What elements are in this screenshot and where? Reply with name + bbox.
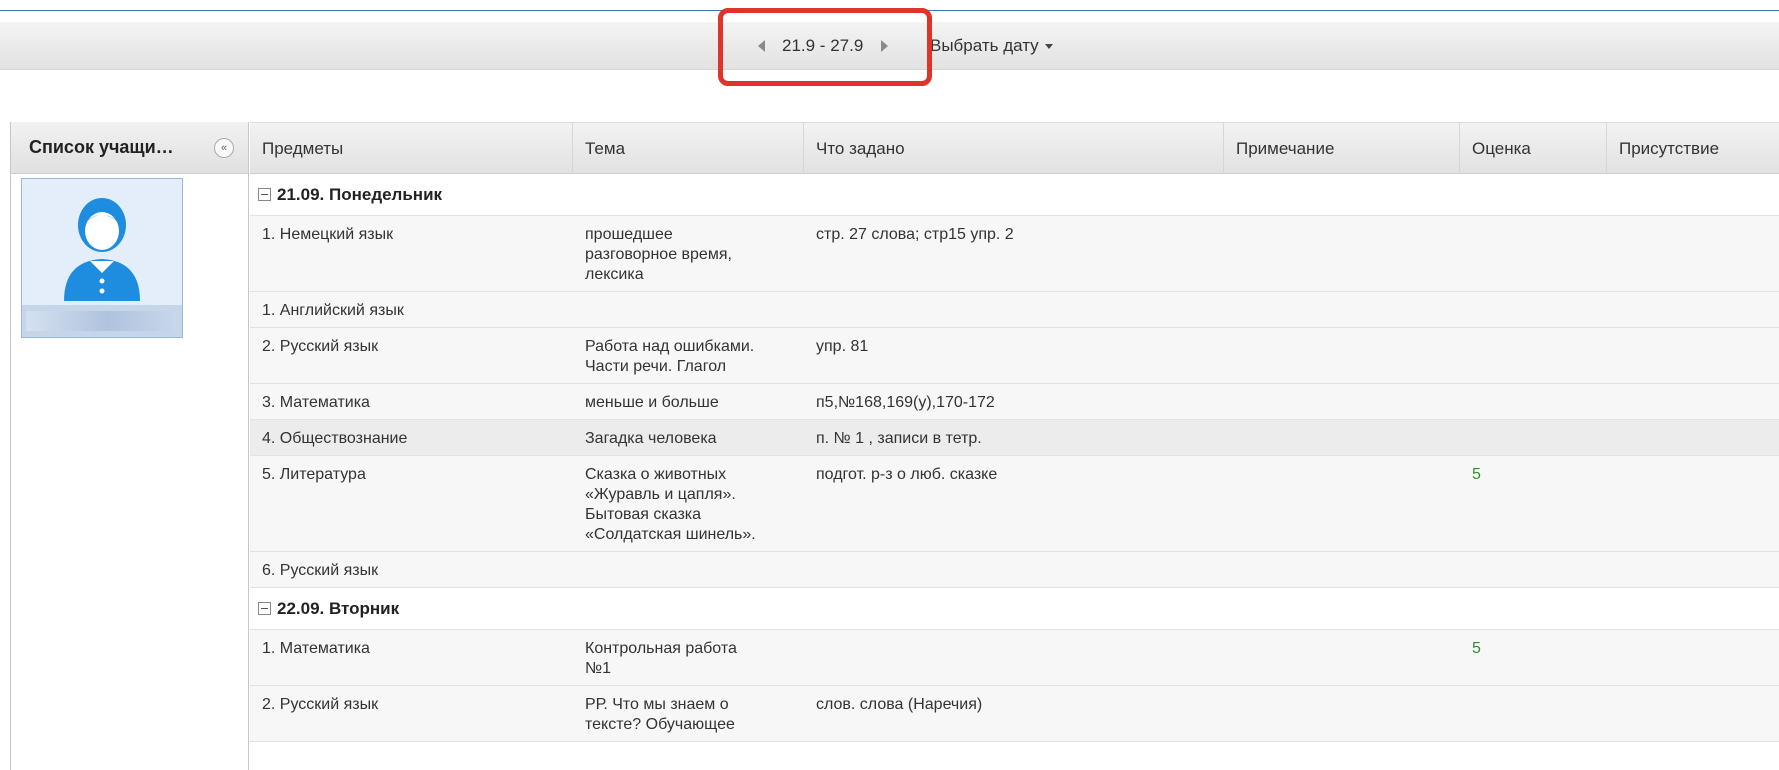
- note-cell: [1224, 552, 1460, 587]
- grade-cell: [1460, 328, 1607, 383]
- subject-cell: 1. Немецкий язык: [262, 226, 394, 243]
- student-name-bar: [22, 305, 182, 337]
- table-row-hovered[interactable]: 4. Обществознание Загадка человека п. № …: [250, 420, 1779, 456]
- presence-cell: [1607, 328, 1779, 383]
- pick-date-label: Выбрать дату: [930, 36, 1039, 55]
- column-header-subjects[interactable]: Предметы: [250, 123, 573, 174]
- grade-cell: 5: [1472, 640, 1481, 657]
- homework-cell: подгот. р-з о люб. сказке: [816, 466, 998, 483]
- subject-cell: 2. Русский язык: [262, 696, 379, 713]
- table-row[interactable]: 1. Английский язык: [250, 292, 1779, 328]
- topic-cell: меньше и больше: [585, 394, 719, 411]
- highlight-annotation: [718, 8, 932, 86]
- homework-cell: слов. слова (Наречия): [816, 696, 983, 713]
- table-row[interactable]: 1. Математика Контрольная работа №1 5: [250, 630, 1779, 686]
- note-cell: [1224, 384, 1460, 419]
- topic-cell: Загадка человека: [585, 430, 717, 447]
- topic-cell: [573, 552, 804, 587]
- subject-cell: 4. Обществознание: [262, 430, 408, 447]
- note-cell: [1224, 420, 1460, 455]
- topic-cell: прошедшее разговорное время, лексика: [585, 226, 732, 283]
- collapse-group-icon[interactable]: [258, 602, 271, 615]
- student-list-panel: Список учащи… «: [10, 122, 249, 770]
- presence-cell: [1607, 630, 1779, 685]
- homework-cell: [804, 630, 1224, 685]
- table-row[interactable]: 1. Немецкий язык прошедшее разговорное в…: [250, 216, 1779, 292]
- table-row[interactable]: 2. Русский язык РР. Что мы знаем о текст…: [250, 686, 1779, 742]
- column-header-topic[interactable]: Тема: [573, 123, 804, 174]
- presence-cell: [1607, 552, 1779, 587]
- note-cell: [1224, 328, 1460, 383]
- column-header-note[interactable]: Примечание: [1224, 123, 1460, 174]
- collapse-group-icon[interactable]: [258, 188, 271, 201]
- avatar-icon: [64, 198, 140, 301]
- topic-cell: РР. Что мы знаем о тексте? Обучающее: [585, 696, 735, 733]
- student-name-redacted: [26, 311, 176, 331]
- topic-cell: [573, 292, 804, 327]
- student-list-header: Список учащи… «: [11, 122, 248, 174]
- subject-cell: 6. Русский язык: [262, 562, 379, 579]
- table-row[interactable]: 2. Русский язык Работа над ошибками. Час…: [250, 328, 1779, 384]
- presence-cell: [1607, 292, 1779, 327]
- table-row[interactable]: 3. Математика меньше и больше п5,№168,16…: [250, 384, 1779, 420]
- day-group-header[interactable]: 22.09. Вторник: [250, 588, 1779, 630]
- day-group-label: 21.09. Понедельник: [277, 184, 443, 204]
- grade-cell: [1460, 420, 1607, 455]
- student-card[interactable]: [21, 178, 183, 338]
- presence-cell: [1607, 420, 1779, 455]
- column-header-homework[interactable]: Что задано: [804, 123, 1224, 174]
- subject-cell: 5. Литература: [262, 466, 366, 483]
- subject-cell: 3. Математика: [262, 394, 370, 411]
- grid-header: Предметы Тема Что задано Примечание Оцен…: [250, 122, 1779, 174]
- presence-cell: [1607, 216, 1779, 291]
- diary-grid: Предметы Тема Что задано Примечание Оцен…: [250, 122, 1779, 742]
- column-header-grade[interactable]: Оценка: [1460, 123, 1607, 174]
- note-cell: [1224, 686, 1460, 741]
- homework-cell: п5,№168,169(у),170-172: [816, 394, 995, 411]
- grade-cell: [1460, 552, 1607, 587]
- homework-cell: п. № 1 , записи в тетр.: [816, 430, 982, 447]
- homework-cell: [804, 552, 1224, 587]
- grade-cell: [1460, 216, 1607, 291]
- table-row[interactable]: 6. Русский язык: [250, 552, 1779, 588]
- student-list-title: Список учащи…: [29, 137, 174, 157]
- topic-cell: Сказка о животных «Журавль и цапля». Быт…: [585, 466, 756, 543]
- homework-cell: упр. 81: [816, 338, 869, 355]
- grade-cell: [1460, 384, 1607, 419]
- grade-cell: 5: [1472, 466, 1481, 483]
- table-row[interactable]: 5. Литература Сказка о животных «Журавль…: [250, 456, 1779, 552]
- pick-date-dropdown[interactable]: Выбрать дату: [930, 34, 1053, 58]
- topic-cell: Контрольная работа №1: [585, 640, 737, 677]
- subject-cell: 1. Английский язык: [262, 302, 404, 319]
- presence-cell: [1607, 456, 1779, 551]
- grade-cell: [1460, 686, 1607, 741]
- grade-cell: [1460, 292, 1607, 327]
- note-cell: [1224, 292, 1460, 327]
- homework-cell: [804, 292, 1224, 327]
- subject-cell: 2. Русский язык: [262, 338, 379, 355]
- day-group-label: 22.09. Вторник: [277, 598, 400, 618]
- topic-cell: Работа над ошибками. Части речи. Глагол: [585, 338, 755, 375]
- homework-cell: стр. 27 слова; стр15 упр. 2: [816, 226, 1014, 243]
- note-cell: [1224, 216, 1460, 291]
- note-cell: [1224, 456, 1460, 551]
- note-cell: [1224, 630, 1460, 685]
- subject-cell: 1. Математика: [262, 640, 370, 657]
- presence-cell: [1607, 686, 1779, 741]
- collapse-panel-button[interactable]: «: [214, 138, 234, 158]
- caret-down-icon: [1044, 43, 1053, 49]
- day-group-header[interactable]: 21.09. Понедельник: [250, 174, 1779, 216]
- presence-cell: [1607, 384, 1779, 419]
- double-chevron-left-icon: «: [220, 142, 228, 154]
- column-header-presence[interactable]: Присутствие: [1607, 123, 1779, 174]
